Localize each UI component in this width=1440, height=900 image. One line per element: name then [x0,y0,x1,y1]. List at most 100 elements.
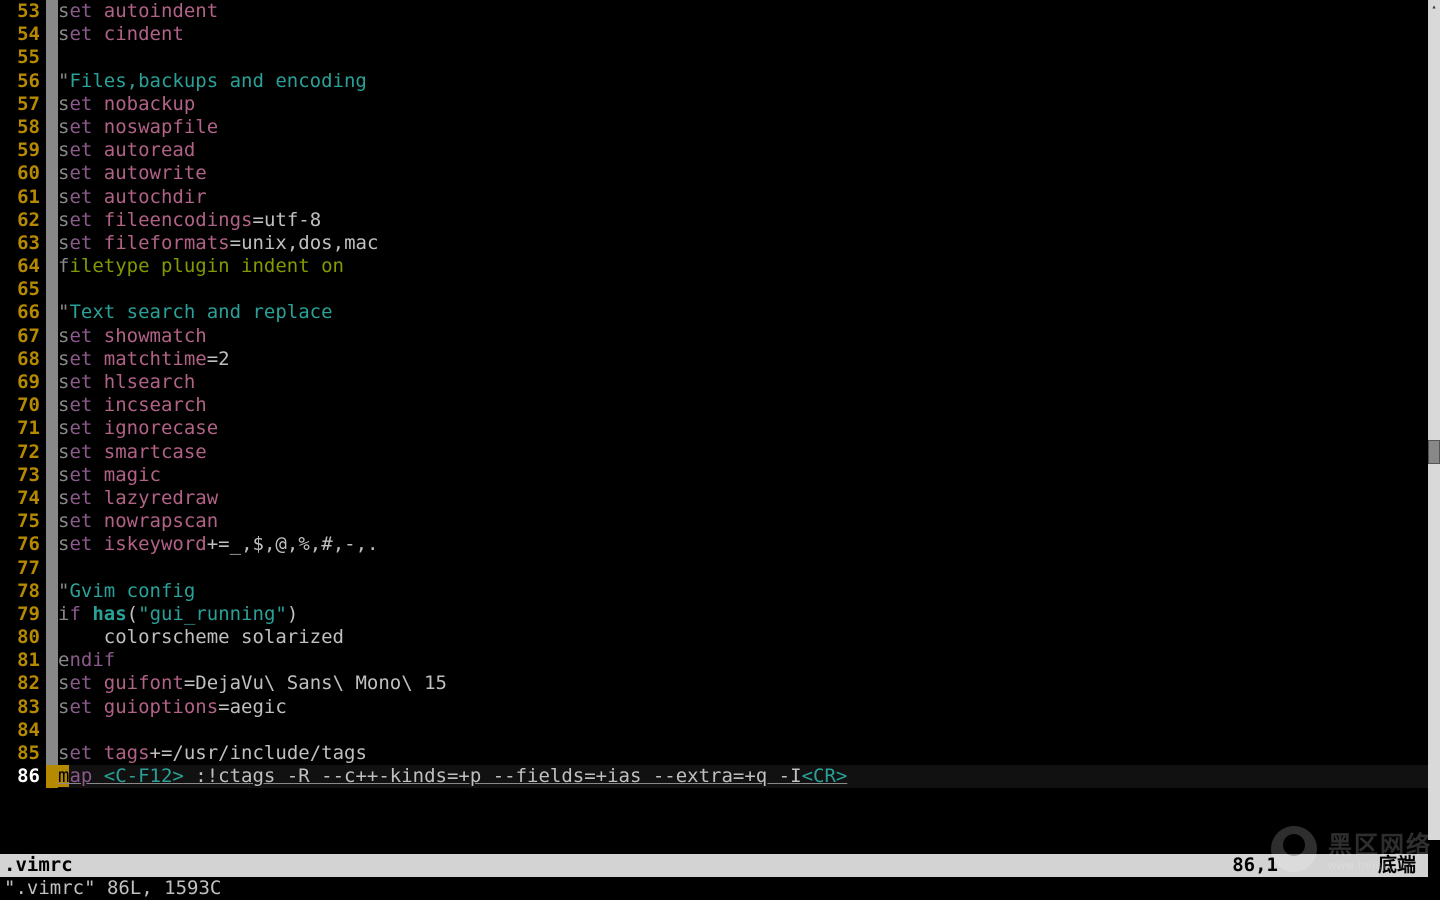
code-content: "Files,backups and encoding [58,70,367,93]
fold-gutter [46,232,58,255]
code-content: set autoindent [58,0,218,23]
code-line-current[interactable]: 86 map <C-F12> :!ctags -R --c++-kinds=+p … [0,765,1428,788]
code-content: set ignorecase [58,417,218,440]
code-line[interactable]: 78"Gvim config [0,580,1428,603]
code-content: set noswapfile [58,116,218,139]
code-line[interactable]: 54set cindent [0,23,1428,46]
code-line[interactable]: 61set autochdir [0,186,1428,209]
code-content: set tags+=/usr/include/tags [58,742,367,765]
code-line[interactable]: 73set magic [0,464,1428,487]
code-content: set incsearch [58,394,207,417]
fold-gutter [46,649,58,672]
code-content: set matchtime=2 [58,348,230,371]
code-line[interactable]: 72set smartcase [0,441,1428,464]
fold-gutter [46,278,58,301]
line-number: 76 [0,533,46,556]
fold-gutter [46,348,58,371]
fold-gutter [46,510,58,533]
code-content: set guioptions=aegic [58,696,287,719]
code-line[interactable]: 56 "Files,backups and encoding [0,70,1428,93]
code-line[interactable]: 81endif [0,649,1428,672]
line-number: 83 [0,696,46,719]
code-line[interactable]: 80 colorscheme solarized [0,626,1428,649]
code-content: colorscheme solarized [58,626,344,649]
code-content: set autochdir [58,186,207,209]
scroll-up-arrow[interactable]: ▴ [1428,0,1440,12]
line-number: 56 [0,70,46,93]
line-number: 60 [0,162,46,185]
line-number: 70 [0,394,46,417]
code-line[interactable]: 69set hlsearch [0,371,1428,394]
line-number: 71 [0,417,46,440]
fold-gutter [46,255,58,278]
code-line[interactable]: 85 set tags+=/usr/include/tags [0,742,1428,765]
fold-gutter [46,719,58,742]
code-line[interactable]: 66 "Text search and replace [0,301,1428,324]
fold-gutter [46,626,58,649]
line-number: 66 [0,301,46,324]
code-line[interactable]: 71 set ignorecase [0,417,1428,440]
code-content: endif [58,649,115,672]
fold-gutter [46,441,58,464]
code-line[interactable]: 58 set noswapfile [0,116,1428,139]
code-line[interactable]: 84 [0,719,1428,742]
code-line[interactable]: 63 set fileformats=unix,dos,mac [0,232,1428,255]
fold-gutter [46,533,58,556]
code-content: filetype plugin indent on [58,255,344,278]
code-area[interactable]: 53 set autoindent54set cindent5556 "Files,… [0,0,1428,854]
fold-gutter [46,139,58,162]
code-content: set autowrite [58,162,207,185]
code-line[interactable]: 64filetype plugin indent on [0,255,1428,278]
fold-gutter [46,487,58,510]
code-line[interactable]: 65 [0,278,1428,301]
code-content: set magic [58,464,161,487]
code-content: set hlsearch [58,371,195,394]
fold-gutter [46,696,58,719]
code-line[interactable]: 67set showmatch [0,325,1428,348]
fold-gutter [46,371,58,394]
status-mode: 底端 [1378,854,1424,877]
code-line[interactable]: 76set iskeyword+=_,$,@,%,#,-,. [0,533,1428,556]
line-number: 57 [0,93,46,116]
code-line[interactable]: 70 set incsearch [0,394,1428,417]
line-number: 86 [0,765,46,788]
code-line[interactable]: 68set matchtime=2 [0,348,1428,371]
code-line[interactable]: 75set nowrapscan [0,510,1428,533]
fold-gutter [46,162,58,185]
line-number: 85 [0,742,46,765]
code-line[interactable]: 74set lazyredraw [0,487,1428,510]
scroll-thumb[interactable] [1428,440,1440,464]
message-line: ".vimrc" 86L, 1593C [0,877,1428,900]
line-number: 58 [0,116,46,139]
line-number: 74 [0,487,46,510]
code-line[interactable]: 82set guifont=DejaVu\ Sans\ Mono\ 15 [0,672,1428,695]
code-content: "Text search and replace [58,301,333,324]
code-content: set nowrapscan [58,510,218,533]
vim-editor: 53 set autoindent54set cindent5556 "Files,… [0,0,1428,900]
code-line[interactable]: 77 [0,557,1428,580]
code-line[interactable]: 55 [0,46,1428,69]
code-line[interactable]: 60 set autowrite [0,162,1428,185]
code-line[interactable]: 62set fileencodings=utf-8 [0,209,1428,232]
line-number: 63 [0,232,46,255]
code-line[interactable]: 83 set guioptions=aegic [0,696,1428,719]
line-number: 65 [0,278,46,301]
fold-gutter [46,464,58,487]
code-line[interactable]: 57set nobackup [0,93,1428,116]
code-content: set showmatch [58,325,207,348]
fold-gutter [46,23,58,46]
code-content: set fileformats=unix,dos,mac [58,232,378,255]
fold-gutter [46,116,58,139]
line-number: 82 [0,672,46,695]
fold-gutter [46,46,58,69]
code-line[interactable]: 79if has("gui_running") [0,603,1428,626]
line-number: 54 [0,23,46,46]
line-number: 53 [0,0,46,23]
fold-gutter [46,325,58,348]
vertical-scrollbar[interactable]: ▴ [1428,0,1440,840]
code-content: map <C-F12> :!ctags -R --c++-kinds=+p --… [58,765,847,788]
code-line[interactable]: 59set autoread [0,139,1428,162]
code-content: set smartcase [58,441,207,464]
code-line[interactable]: 53 set autoindent [0,0,1428,23]
fold-gutter [46,603,58,626]
